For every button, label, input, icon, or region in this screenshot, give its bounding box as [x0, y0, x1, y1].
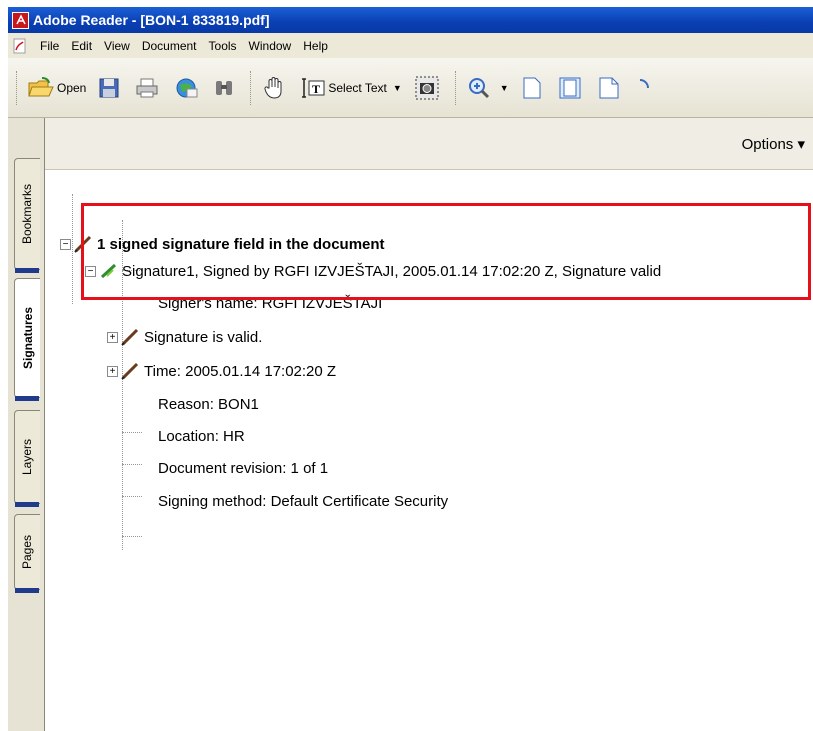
fit-page-icon: [559, 77, 581, 98]
tab-signatures[interactable]: Signatures: [14, 278, 40, 401]
fit-width-button[interactable]: [593, 74, 628, 102]
expand-toggle[interactable]: +: [107, 331, 118, 343]
options-menu-button[interactable]: Options ▾: [742, 135, 805, 153]
method-label: Signing method: Default Certificate Secu…: [158, 492, 449, 510]
signatures-panel: Options ▾ − 1 signed signature field in …: [45, 118, 813, 731]
folder-icon: [28, 76, 54, 96]
hand-tool-button[interactable]: [258, 74, 293, 102]
validity-label: Signature is valid.: [144, 328, 263, 346]
email-globe-icon: [176, 78, 198, 97]
signature-pen-icon: [121, 328, 139, 346]
signer-name-row[interactable]: Signer's name: RGFI IZVJEŠTAJI: [158, 292, 382, 314]
menu-help[interactable]: Help: [297, 37, 334, 55]
toolbar-grip[interactable]: [16, 70, 20, 105]
adobe-reader-icon: [12, 11, 29, 29]
method-row[interactable]: Signing method: Default Certificate Secu…: [158, 490, 448, 512]
save-button[interactable]: [94, 75, 127, 101]
toolbar: Open T Select Text ▼ ▼: [8, 58, 813, 118]
toolbar-grip-2[interactable]: [250, 70, 254, 105]
navigation-sidebar: Bookmarks Signatures Layers Pages: [8, 118, 45, 731]
actual-size-button[interactable]: [517, 74, 550, 102]
menu-window[interactable]: Window: [243, 37, 298, 55]
rotate-button[interactable]: [632, 74, 657, 102]
page-icon: [523, 77, 541, 98]
save-icon: [99, 78, 119, 97]
window-titlebar[interactable]: Adobe Reader - [BON-1 833819.pdf]: [8, 7, 813, 33]
panel-header: Options ▾: [45, 118, 813, 170]
select-text-button[interactable]: T Select Text ▼: [297, 75, 405, 101]
hand-icon: [264, 76, 282, 99]
tab-pages[interactable]: Pages: [14, 514, 40, 593]
zoom-in-button[interactable]: ▼: [463, 74, 513, 102]
snapshot-button[interactable]: [410, 73, 447, 103]
tree-connector: [122, 464, 142, 465]
select-text-label: Select Text: [328, 80, 387, 95]
menu-edit[interactable]: Edit: [65, 37, 98, 55]
reason-label: Reason: BON1: [158, 395, 259, 413]
expand-toggle[interactable]: +: [107, 365, 118, 377]
validity-row[interactable]: + Signature is valid.: [107, 326, 262, 348]
tab-layers[interactable]: Layers: [14, 410, 40, 507]
tree-root-row[interactable]: − 1 signed signature field in the docume…: [60, 233, 385, 255]
signer-name-label: Signer's name: RGFI IZVJEŠTAJI: [158, 294, 383, 312]
reason-row[interactable]: Reason: BON1: [158, 393, 259, 415]
menu-view[interactable]: View: [98, 37, 136, 55]
collapse-toggle[interactable]: −: [85, 265, 96, 277]
time-row[interactable]: + Time: 2005.01.14 17:02:20 Z: [107, 360, 336, 382]
tab-layers-marker: [15, 502, 39, 507]
camera-icon: [415, 76, 439, 99]
signature-row[interactable]: − Signature1, Signed by RGFI IZVJEŠTAJI,…: [85, 260, 661, 282]
zoom-in-icon: [468, 77, 489, 98]
rotate-icon: [639, 78, 649, 88]
window-title: Adobe Reader - [BON-1 833819.pdf]: [33, 12, 270, 28]
signature-label: Signature1, Signed by RGFI IZVJEŠTAJI, 2…: [122, 262, 662, 280]
printer-icon: [136, 78, 158, 97]
signature-pen-icon: [74, 235, 92, 253]
location-label: Location: HR: [158, 427, 245, 445]
tree-root-label: 1 signed signature field in the document: [97, 235, 385, 253]
email-button[interactable]: [170, 75, 205, 101]
fit-width-icon: [599, 77, 619, 98]
revision-label: Document revision: 1 of 1: [158, 459, 329, 477]
text-select-icon: T: [302, 77, 325, 98]
tab-bookmarks-label: Bookmarks: [20, 183, 35, 245]
menu-bar: File Edit View Document Tools Window Hel…: [8, 33, 813, 58]
select-text-dropdown-arrow[interactable]: ▼: [393, 83, 402, 93]
print-button[interactable]: [131, 75, 166, 101]
valid-signature-pen-icon: [100, 263, 117, 279]
open-button[interactable]: Open: [24, 75, 90, 101]
menu-file[interactable]: File: [34, 37, 65, 55]
toolbar-grip-3[interactable]: [454, 70, 459, 105]
tab-layers-label: Layers: [20, 438, 35, 476]
location-row[interactable]: Location: HR: [158, 425, 245, 447]
tab-signatures-marker: [15, 396, 39, 401]
tab-pages-label: Pages: [20, 534, 35, 570]
collapse-toggle[interactable]: −: [60, 238, 71, 250]
zoom-dropdown-arrow[interactable]: ▼: [500, 83, 509, 93]
open-label: Open: [57, 80, 87, 95]
time-label: Time: 2005.01.14 17:02:20 Z: [144, 362, 337, 380]
svg-text:T: T: [312, 82, 320, 96]
signature-pen-icon: [121, 362, 139, 380]
fit-page-button[interactable]: [554, 74, 589, 102]
pdf-document-icon: [13, 38, 26, 53]
tab-bookmarks[interactable]: Bookmarks: [14, 158, 40, 273]
tab-pages-marker: [15, 588, 39, 593]
search-button[interactable]: [209, 75, 242, 101]
tab-signatures-label: Signatures: [20, 306, 35, 370]
tree-connector: [122, 496, 142, 497]
tree-connector: [122, 432, 142, 433]
menu-tools[interactable]: Tools: [203, 37, 243, 55]
tab-bookmarks-marker: [15, 268, 39, 273]
tree-connector: [122, 536, 142, 537]
revision-row[interactable]: Document revision: 1 of 1: [158, 457, 328, 479]
menu-document[interactable]: Document: [136, 37, 203, 55]
binoculars-icon: [216, 80, 233, 95]
